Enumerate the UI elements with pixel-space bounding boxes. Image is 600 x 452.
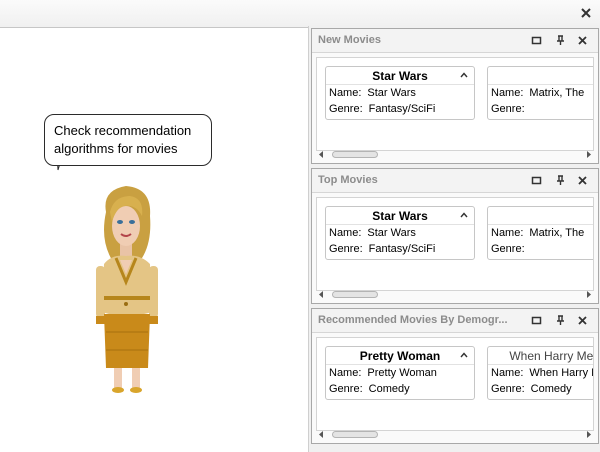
genre-row: Genre: Fantasy/SciFi <box>326 241 474 257</box>
movie-card[interactable]: Name: Matrix, The Genre: <box>487 206 593 260</box>
card-header <box>488 207 593 225</box>
chevron-up-icon[interactable] <box>460 212 468 218</box>
scroll-left-icon[interactable] <box>318 291 324 298</box>
close-icon[interactable] <box>577 315 588 326</box>
card-header: When Harry Met Sa <box>488 347 594 365</box>
panel-title: New Movies <box>318 34 381 46</box>
scrollbar-thumb[interactable] <box>332 291 378 298</box>
name-value: Pretty Woman <box>367 367 437 379</box>
scroll-right-icon[interactable] <box>586 151 592 158</box>
card-title: Pretty Woman <box>359 349 441 363</box>
card-title: Star Wars <box>372 209 428 223</box>
card-header: Star Wars <box>326 67 474 85</box>
close-icon[interactable] <box>577 35 588 46</box>
genre-row: Genre: <box>488 101 593 117</box>
genre-value: Fantasy/SciFi <box>368 243 436 255</box>
genre-value: Comedy <box>530 383 572 395</box>
name-label: Name: <box>491 227 524 239</box>
assistant-avatar[interactable] <box>92 182 162 397</box>
scroll-right-icon[interactable] <box>586 431 592 438</box>
scroll-left-icon[interactable] <box>318 431 324 438</box>
name-row: Name: When Harry M <box>488 365 594 381</box>
genre-row: Genre: Comedy <box>488 381 593 397</box>
name-row: Name: Star Wars <box>326 225 474 241</box>
genre-label: Genre: <box>329 243 363 255</box>
card-header: Pretty Woman <box>326 347 474 365</box>
pin-icon[interactable] <box>555 175 566 186</box>
scroll-right-icon[interactable] <box>586 291 592 298</box>
name-row: Name: Star Wars <box>326 85 474 101</box>
name-row: Name: Matrix, The <box>488 85 593 101</box>
name-label: Name: <box>329 227 362 239</box>
chevron-up-icon[interactable] <box>460 352 468 358</box>
genre-label: Genre: <box>329 103 363 115</box>
name-value: Star Wars <box>367 227 416 239</box>
movie-card[interactable]: Star Wars Name: Star Wars Genre: Fantasy/S… <box>325 206 475 260</box>
scroll-left-icon[interactable] <box>318 151 324 158</box>
scrollbar-thumb[interactable] <box>332 151 378 158</box>
name-value: Matrix, The <box>529 87 585 99</box>
panel-new-movies: New Movies Star Wars Name: Star Wars Genr… <box>311 28 599 164</box>
card-title: When Harry Met Sa <box>509 349 594 363</box>
name-value: When Harry M <box>529 367 594 379</box>
movie-card[interactable]: When Harry Met Sa Name: When Harry M Genr… <box>487 346 594 400</box>
panel-header: New Movies <box>312 29 598 53</box>
dock-area: New Movies Star Wars Name: Star Wars Genr… <box>308 26 600 452</box>
speech-bubble: Check recommendation algorithms for movi… <box>44 114 212 166</box>
panel-title: Recommended Movies By Demogr... <box>318 314 508 326</box>
close-icon[interactable] <box>577 175 588 186</box>
name-row: Name: Pretty Woman <box>326 365 474 381</box>
movie-card[interactable]: Pretty Woman Name: Pretty Woman Genre: Com… <box>325 346 475 400</box>
horizontal-scrollbar[interactable] <box>318 429 592 440</box>
genre-value: Comedy <box>368 383 410 395</box>
genre-label: Genre: <box>329 383 363 395</box>
name-value: Matrix, The <box>529 227 585 239</box>
title-bar <box>0 0 600 28</box>
card-title: Star Wars <box>372 69 428 83</box>
panel-top-movies: Top Movies Star Wars Name: Star Wars Genr… <box>311 168 599 304</box>
pin-icon[interactable] <box>555 315 566 326</box>
close-icon[interactable] <box>580 7 592 19</box>
genre-row: Genre: Fantasy/SciFi <box>326 101 474 117</box>
genre-label: Genre: <box>491 383 525 395</box>
panel-header: Recommended Movies By Demogr... <box>312 309 598 333</box>
maximize-icon[interactable] <box>531 315 542 326</box>
horizontal-scrollbar[interactable] <box>318 149 592 160</box>
panel-title: Top Movies <box>318 174 378 186</box>
genre-value: Fantasy/SciFi <box>368 103 436 115</box>
speech-bubble-text: Check recommendation algorithms for movi… <box>54 123 192 156</box>
genre-label: Genre: <box>491 243 525 255</box>
genre-row: Genre: Comedy <box>326 381 474 397</box>
card-header: Star Wars <box>326 207 474 225</box>
name-label: Name: <box>491 87 524 99</box>
panel-content: Pretty Woman Name: Pretty Woman Genre: Com… <box>316 337 594 431</box>
name-label: Name: <box>329 367 362 379</box>
movie-card[interactable]: Name: Matrix, The Genre: <box>487 66 593 120</box>
name-label: Name: <box>329 87 362 99</box>
horizontal-scrollbar[interactable] <box>318 289 592 300</box>
panel-content: Star Wars Name: Star Wars Genre: Fantasy/S… <box>316 197 594 291</box>
panel-content: Star Wars Name: Star Wars Genre: Fantasy/S… <box>316 57 594 151</box>
genre-row: Genre: <box>488 241 593 257</box>
chevron-up-icon[interactable] <box>460 72 468 78</box>
movie-card[interactable]: Star Wars Name: Star Wars Genre: Fantasy/S… <box>325 66 475 120</box>
panel-recommended-movies: Recommended Movies By Demogr... Pretty W… <box>311 308 599 444</box>
pin-icon[interactable] <box>555 35 566 46</box>
name-label: Name: <box>491 367 524 379</box>
name-row: Name: Matrix, The <box>488 225 593 241</box>
maximize-icon[interactable] <box>531 175 542 186</box>
card-header <box>488 67 593 85</box>
name-value: Star Wars <box>367 87 416 99</box>
scrollbar-thumb[interactable] <box>332 431 378 438</box>
genre-label: Genre: <box>491 103 525 115</box>
maximize-icon[interactable] <box>531 35 542 46</box>
panel-header: Top Movies <box>312 169 598 193</box>
